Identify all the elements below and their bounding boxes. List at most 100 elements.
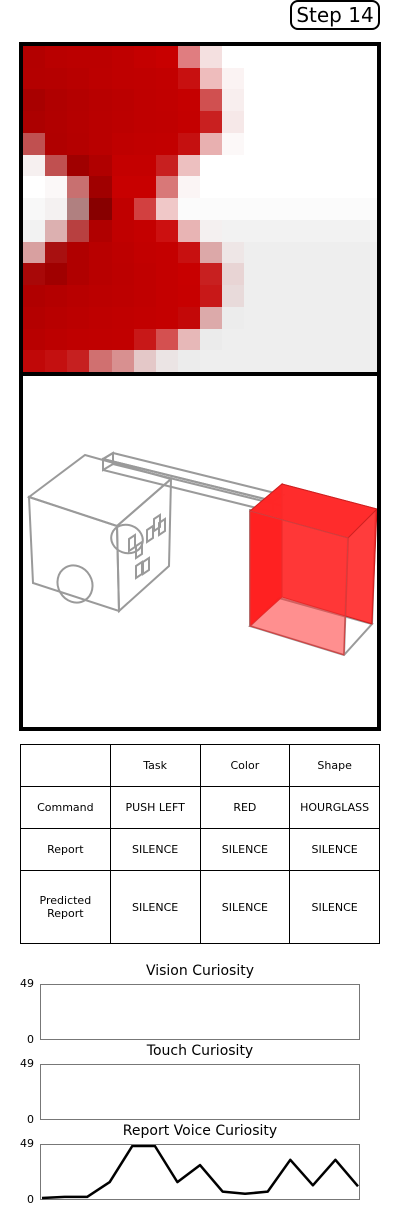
touch-curiosity-title: Touch Curiosity [146,1043,254,1059]
vision-pixel [354,219,377,242]
vision-pixel [155,111,178,133]
vision-pixel [244,67,267,90]
vision-pixel [67,154,90,177]
vision-pixel [45,67,68,90]
vision-pixel [177,111,200,133]
vision-pixel [155,350,178,372]
vision-pixel [266,350,289,372]
vision-pixel [332,111,355,133]
table-header-cell: Task [109,743,201,788]
vision-pixel [244,132,267,155]
shape-cell: SILENCE [289,828,380,872]
vision-pixel [332,241,355,264]
vision-pixel [133,67,156,90]
vision-pixel [222,198,245,220]
vision-curiosity-title: Vision Curiosity [145,963,255,979]
vision-pixel [111,328,134,351]
touch-curiosity-ymax: 49 [20,1057,34,1070]
vision-pixel [67,67,90,90]
vision-pixel [67,176,90,199]
vision-pixel [23,241,46,264]
vision-pixel [244,306,267,329]
vision-pixel [45,306,68,329]
vision-pixel [67,89,90,112]
vision-pixel [222,350,245,372]
touch-curiosity-plot [40,1064,360,1120]
vision-pixel [288,132,311,155]
vision-pixel [155,176,178,199]
vision-pixel [23,328,46,351]
vision-pixel [45,176,68,199]
vision-pixel [244,285,267,307]
vision-pixel [89,46,112,68]
vision-pixel [177,241,200,264]
row-label: Report [20,828,111,872]
vision-pixel [354,350,377,372]
vision-pixel [222,67,245,90]
vision-pixel [200,89,223,112]
vision-pixel [332,306,355,329]
vision-pixel [244,198,267,220]
vision-pixel [222,263,245,286]
vision-pixel [177,198,200,220]
vision-pixel [310,176,333,199]
vision-pixel [332,350,355,372]
vision-pixel [200,198,223,220]
vision-pixel [332,198,355,220]
vision-pixel [200,328,223,351]
vision-pixel [222,111,245,133]
vision-pixel [266,219,289,242]
vision-pixel [200,219,223,242]
vision-pixel [155,46,178,68]
vision-pixel [310,89,333,112]
table-header-cell: Color [199,743,291,788]
vision-pixel [89,219,112,242]
vision-pixel [354,241,377,264]
vision-curiosity-svg [41,985,361,1041]
vision-pixel [177,89,200,112]
vision-pixel [67,350,90,372]
vision-pixel [111,46,134,68]
vision-pixel [177,67,200,90]
vision-pixel [23,263,46,286]
vision-pixel [133,219,156,242]
vision-pixel [244,328,267,351]
vision-pixel [200,285,223,307]
step-counter: Step 14 [290,0,380,30]
vision-pixel [222,219,245,242]
vision-pixel [155,198,178,220]
vision-pixel [177,306,200,329]
vision-pixel [177,285,200,307]
vision-pixel [200,263,223,286]
vision-pixel [354,154,377,177]
vision-pixel [332,176,355,199]
vision-pixel [89,285,112,307]
scene-render [26,451,377,657]
vision-pixel [244,219,267,242]
vision-pixel [111,219,134,242]
vision-pixel [45,285,68,307]
vision-pixel [200,67,223,90]
vision-pixel [177,219,200,242]
vision-pixel [133,285,156,307]
vision-pixel [67,306,90,329]
vision-pixel [111,89,134,112]
vision-pixel [111,306,134,329]
vision-pixel [133,198,156,220]
vision-curiosity-plot [40,984,360,1040]
vision-pixel [288,306,311,329]
vision-pixel [244,263,267,286]
task-cell: SILENCE [109,828,201,872]
vision-pixel [111,350,134,372]
row-label: Command [20,786,111,830]
vision-pixel [310,67,333,90]
vision-pixel [200,46,223,68]
vision-pixel [133,328,156,351]
vision-pixel [89,111,112,133]
vision-pixel [67,46,90,68]
touch-curiosity-ymin: 0 [27,1113,34,1126]
vision-pixel [89,263,112,286]
vision-pixel [354,198,377,220]
vision-pixel [222,46,245,68]
vision-pixel [354,132,377,155]
